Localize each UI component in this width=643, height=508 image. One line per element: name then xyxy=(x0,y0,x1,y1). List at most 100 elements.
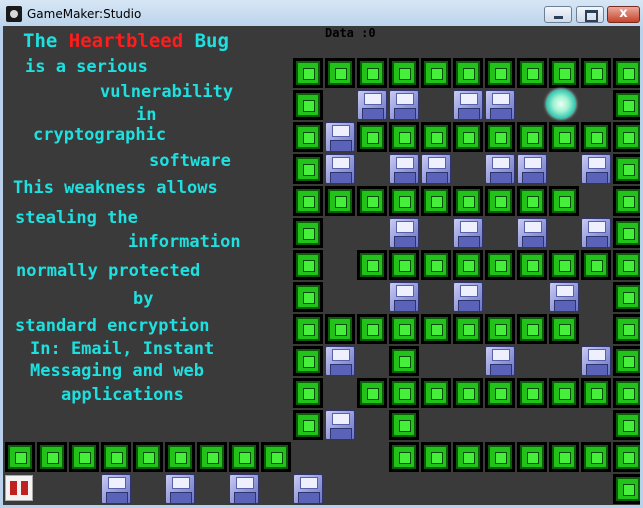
floppy-disk-icon xyxy=(517,154,547,184)
wall-block xyxy=(613,250,640,280)
wall-block xyxy=(421,378,451,408)
wall-block xyxy=(613,442,640,472)
window-title: GameMaker:Studio xyxy=(27,7,142,21)
wall-block xyxy=(229,442,259,472)
game-viewport[interactable]: Data :0 The Heartbleed Bug is a serious … xyxy=(3,26,640,505)
floppy-disk-icon xyxy=(549,282,579,312)
title-pre: The xyxy=(23,30,69,52)
wall-block xyxy=(421,186,451,216)
wall-block xyxy=(133,442,163,472)
wall-block xyxy=(389,314,419,344)
floppy-disk-icon xyxy=(485,90,515,120)
wall-block xyxy=(517,58,547,88)
wall-block xyxy=(517,186,547,216)
wall-block xyxy=(485,378,515,408)
wall-block xyxy=(613,90,640,120)
wall-block xyxy=(293,314,323,344)
message-line: normally protected xyxy=(16,261,201,281)
wall-block xyxy=(357,186,387,216)
wall-block xyxy=(517,442,547,472)
wall-block xyxy=(389,410,419,440)
wall-block xyxy=(421,58,451,88)
wall-block xyxy=(293,346,323,376)
wall-block xyxy=(293,378,323,408)
message-line: information xyxy=(128,232,241,252)
wall-block xyxy=(453,122,483,152)
wall-block xyxy=(453,442,483,472)
floppy-disk-icon xyxy=(485,346,515,376)
floppy-disk-icon xyxy=(325,346,355,376)
wall-block xyxy=(389,378,419,408)
close-icon: x xyxy=(619,6,628,21)
wall-block xyxy=(485,442,515,472)
wall-block xyxy=(613,410,640,440)
wall-block xyxy=(581,58,611,88)
wall-block xyxy=(165,442,195,472)
message-line: This weakness allows xyxy=(13,178,218,198)
message-line: is a serious xyxy=(25,57,148,77)
wall-block xyxy=(517,314,547,344)
floppy-disk-icon xyxy=(165,474,195,504)
wall-block xyxy=(549,58,579,88)
wall-block xyxy=(293,218,323,248)
wall-block xyxy=(517,378,547,408)
wall-block xyxy=(581,250,611,280)
floppy-disk-icon xyxy=(453,90,483,120)
wall-block xyxy=(5,442,35,472)
wall-block xyxy=(389,442,419,472)
wall-block xyxy=(293,282,323,312)
floppy-disk-icon xyxy=(581,154,611,184)
wall-block xyxy=(261,442,291,472)
wall-block xyxy=(293,122,323,152)
floppy-disk-icon xyxy=(325,154,355,184)
wall-block xyxy=(421,314,451,344)
wall-block xyxy=(421,122,451,152)
wall-block xyxy=(485,314,515,344)
maximize-button[interactable] xyxy=(576,6,604,23)
floppy-disk-icon xyxy=(581,346,611,376)
wall-block xyxy=(485,58,515,88)
message-title: The Heartbleed Bug xyxy=(23,32,229,51)
wall-block xyxy=(293,58,323,88)
wall-block xyxy=(613,154,640,184)
floppy-disk-icon xyxy=(421,154,451,184)
gamemaker-icon xyxy=(6,6,22,22)
wall-block xyxy=(389,186,419,216)
wall-block xyxy=(453,58,483,88)
wall-block xyxy=(453,186,483,216)
message-line: by xyxy=(133,289,154,309)
minimize-button[interactable] xyxy=(544,6,572,23)
wall-block xyxy=(389,346,419,376)
wall-block xyxy=(613,282,640,312)
title-highlight: Heartbleed xyxy=(68,30,184,52)
wall-block xyxy=(613,314,640,344)
pause-icon[interactable] xyxy=(5,475,33,501)
wall-block xyxy=(357,58,387,88)
data-counter: Data :0 xyxy=(325,26,376,40)
floppy-disk-icon xyxy=(485,154,515,184)
wall-block xyxy=(613,346,640,376)
close-button[interactable]: x xyxy=(607,6,640,23)
wall-block xyxy=(421,250,451,280)
title-post: Bug xyxy=(183,30,229,52)
wall-block xyxy=(549,250,579,280)
floppy-disk-icon xyxy=(517,218,547,248)
wall-block xyxy=(613,218,640,248)
floppy-disk-icon xyxy=(453,218,483,248)
wall-block xyxy=(485,250,515,280)
message-line: stealing the xyxy=(15,208,138,228)
floppy-disk-icon xyxy=(581,218,611,248)
wall-block xyxy=(453,314,483,344)
wall-block xyxy=(485,122,515,152)
wall-block xyxy=(581,442,611,472)
wall-block xyxy=(37,442,67,472)
wall-block xyxy=(549,122,579,152)
wall-block xyxy=(517,250,547,280)
floppy-disk-icon xyxy=(389,218,419,248)
message-line: vulnerability xyxy=(100,82,234,102)
wall-block xyxy=(69,442,99,472)
wall-block xyxy=(357,122,387,152)
floppy-disk-icon xyxy=(229,474,259,504)
wall-block xyxy=(549,442,579,472)
message-line: Messaging and web xyxy=(30,361,204,381)
